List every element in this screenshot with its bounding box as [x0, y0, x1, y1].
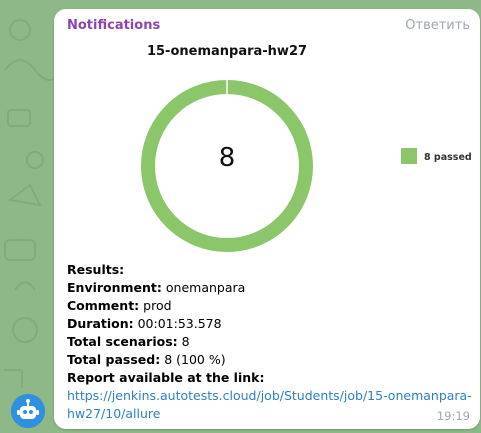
chart-title: 15-onemanpara-hw27 [147, 44, 307, 59]
robot-avatar-icon [11, 394, 45, 428]
pie-chart: 15-onemanpara-hw27 8 8 passed [141, 44, 472, 252]
bot-avatar[interactable] [11, 394, 45, 428]
report-link[interactable]: https://jenkins.autotests.cloud/job/Stud… [67, 387, 472, 423]
result-line-comment: Comment: prod [67, 298, 172, 313]
message-bubble: Notifications Ответить 15-onemanpara-hw2… [54, 9, 480, 429]
results-heading: Results: [67, 262, 125, 277]
message-time: 19:19 [436, 409, 470, 423]
result-line-total-passed: Total passed: 8 (100 %) [67, 352, 226, 367]
chart-center-value: 8 [219, 143, 236, 173]
result-line-duration: Duration: 00:01:53.578 [67, 316, 222, 331]
legend-swatch-0 [401, 148, 417, 164]
results-text: Results: Environment: onemanpara Comment… [67, 261, 472, 423]
result-line-total-scenarios: Total scenarios: 8 [67, 334, 190, 349]
report-label: Report available at the link: [67, 370, 265, 385]
result-line-environment: Environment: onemanpara [67, 280, 246, 295]
legend-label-0: 8 passed [424, 152, 472, 163]
